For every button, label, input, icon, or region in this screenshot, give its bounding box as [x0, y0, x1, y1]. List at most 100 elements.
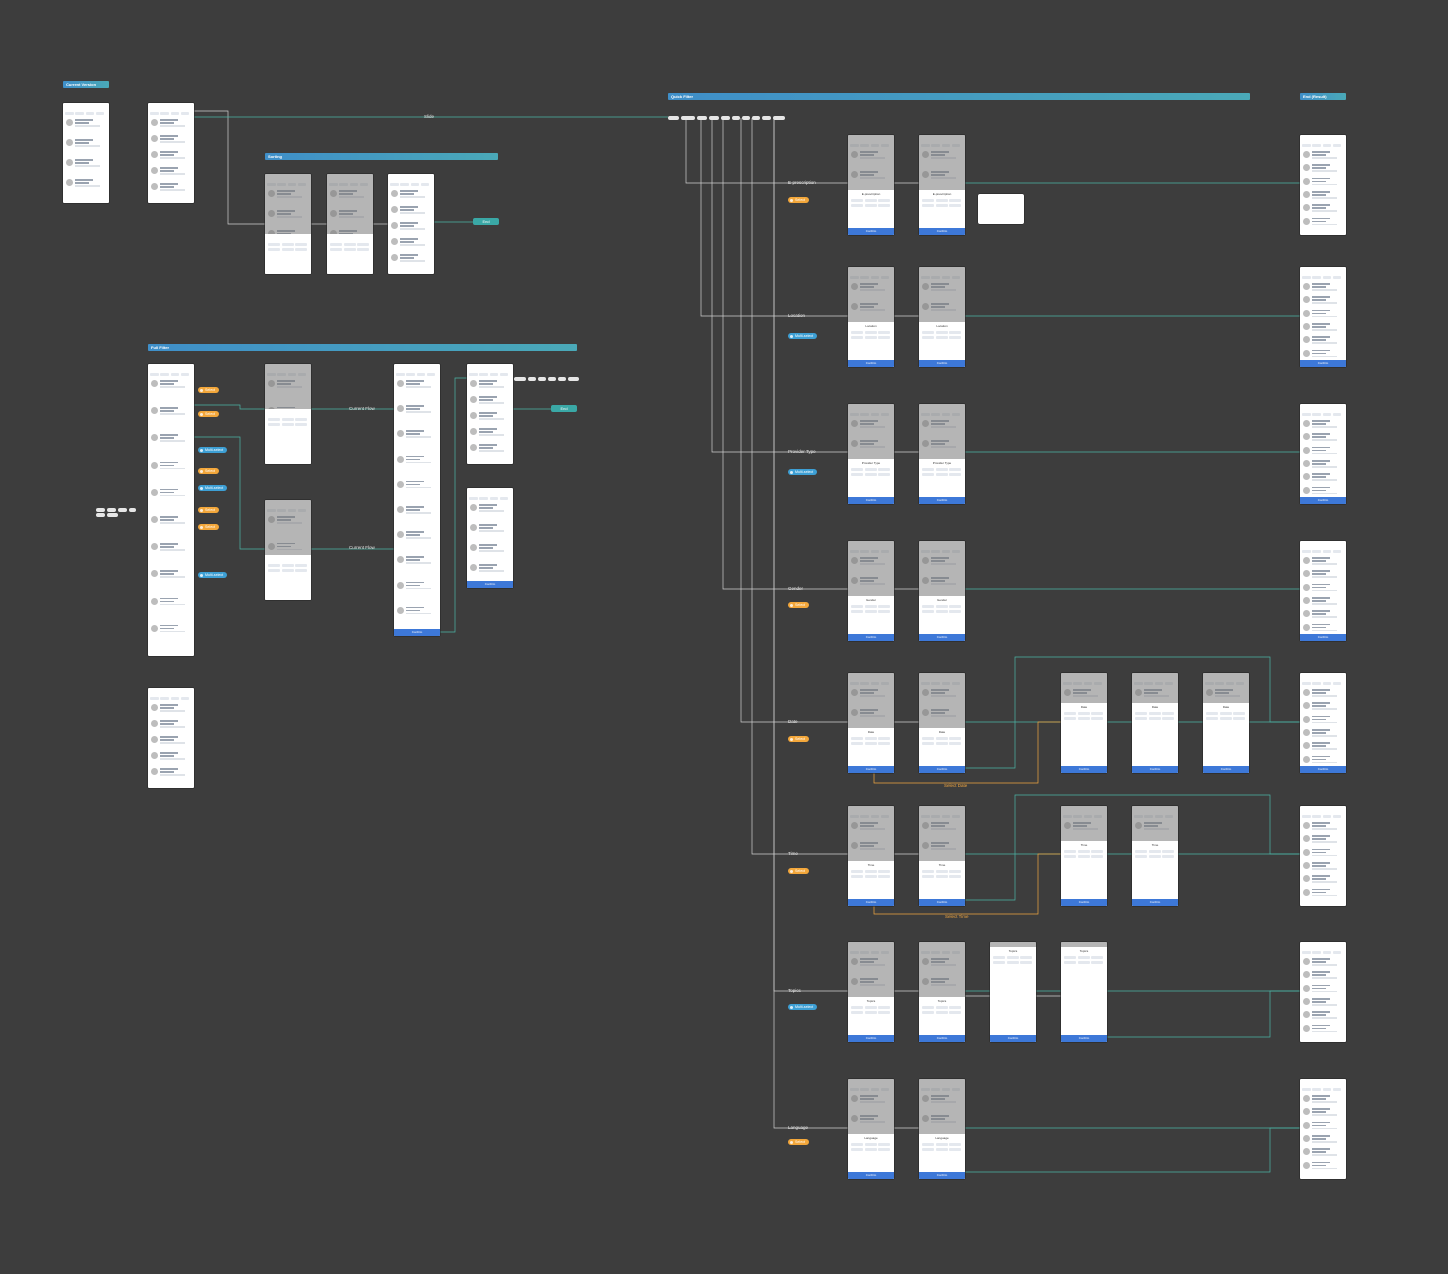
text-line	[1311, 164, 1331, 166]
confirm-button[interactable]: Confirm	[1203, 766, 1249, 773]
avatar	[1302, 323, 1310, 330]
text-line	[159, 437, 174, 439]
confirm-button[interactable]: Confirm	[1132, 899, 1178, 906]
confirm-button[interactable]: Confirm	[1300, 634, 1346, 641]
text-line	[74, 142, 89, 144]
time-picker-screen: Time Confirm	[1061, 806, 1107, 906]
option-chip	[850, 610, 863, 613]
text-line	[1311, 828, 1338, 830]
filter-chip	[1322, 144, 1331, 147]
confirm-button[interactable]: Confirm	[1061, 1035, 1107, 1042]
text-line	[1311, 1014, 1326, 1016]
bottom-sheet: Time	[1061, 841, 1107, 906]
avatar	[150, 736, 158, 743]
confirm-button[interactable]: Confirm	[848, 1035, 894, 1042]
confirm-button[interactable]: Confirm	[919, 228, 965, 235]
text-line	[399, 257, 414, 259]
text-line	[1311, 329, 1338, 331]
confirm-button[interactable]: Confirm	[848, 360, 894, 367]
overlay-dim	[1061, 673, 1107, 703]
text-line	[159, 154, 174, 156]
confirm-button[interactable]: Confirm	[848, 1172, 894, 1179]
text-line	[1311, 715, 1331, 718]
option-chip	[949, 204, 962, 207]
connector	[965, 1127, 1300, 1173]
confirm-button[interactable]: Confirm	[1061, 766, 1107, 773]
confirm-button[interactable]: Confirm	[919, 1035, 965, 1042]
text-line	[478, 544, 498, 546]
text-line	[1311, 881, 1338, 883]
option-chip	[295, 564, 308, 567]
text-line	[1311, 342, 1338, 344]
option-chip	[864, 1006, 877, 1009]
sorting-result-screen	[388, 174, 434, 274]
confirm-button[interactable]: Confirm	[1300, 360, 1346, 367]
quick-filter-result-screen: Confirm	[1300, 541, 1346, 641]
text-line	[1311, 283, 1331, 285]
option-chip	[1148, 850, 1161, 853]
confirm-button[interactable]: Confirm	[919, 360, 965, 367]
filter-chip	[499, 497, 508, 500]
text-line	[159, 516, 179, 518]
text-line	[1311, 210, 1338, 212]
confirm-button[interactable]: Confirm	[919, 766, 965, 773]
option-chip	[850, 1143, 863, 1146]
option-chip	[850, 468, 863, 471]
option-chip	[921, 468, 934, 471]
confirm-button[interactable]: Confirm	[919, 634, 965, 641]
text-line	[405, 537, 432, 539]
text-line	[1311, 888, 1331, 891]
text-line	[159, 383, 174, 385]
text-line	[1311, 180, 1326, 183]
confirm-button[interactable]: Confirm	[467, 581, 513, 588]
option-chip	[864, 473, 877, 476]
confirm-button[interactable]: Confirm	[848, 634, 894, 641]
option-chip	[921, 336, 934, 339]
option-chip	[850, 336, 863, 339]
confirm-button[interactable]: Confirm	[919, 497, 965, 504]
confirm-button[interactable]: Confirm	[1300, 766, 1346, 773]
text-line	[1311, 1114, 1338, 1116]
option-chip	[878, 610, 891, 613]
time-picker-screen: Time Confirm	[1132, 806, 1178, 906]
quick-filter-row-label: Time	[788, 851, 798, 856]
filter-chip	[479, 497, 488, 500]
confirm-button[interactable]: Confirm	[1132, 766, 1178, 773]
full-filter-chip-row	[96, 508, 136, 512]
text-line	[1311, 761, 1338, 764]
connector-quick-filter	[722, 118, 848, 590]
confirm-button[interactable]: Confirm	[394, 629, 440, 636]
filter-chip	[1302, 276, 1311, 279]
overlay-dim	[848, 267, 894, 322]
text-line	[159, 736, 179, 738]
overlay-dim	[848, 942, 894, 997]
confirm-button[interactable]: Confirm	[919, 1172, 965, 1179]
confirm-button[interactable]: Confirm	[848, 899, 894, 906]
confirm-button-label: Confirm	[1149, 900, 1161, 904]
confirm-button[interactable]: Confirm	[1300, 497, 1346, 504]
text-line	[478, 396, 498, 398]
quick-filter-row-label: Provider Type	[788, 449, 816, 454]
option-chip	[935, 605, 948, 608]
confirm-button[interactable]: Confirm	[848, 497, 894, 504]
confirm-button[interactable]: Confirm	[919, 899, 965, 906]
confirm-button[interactable]: Confirm	[1061, 899, 1107, 906]
avatar	[1302, 446, 1310, 454]
avatar	[1302, 217, 1310, 225]
text-line	[399, 238, 419, 240]
quick-filter-row-badge: Select	[788, 602, 809, 608]
text-line	[159, 434, 179, 436]
confirm-button[interactable]: Confirm	[990, 1035, 1036, 1042]
text-line	[1311, 489, 1326, 492]
quick-filter-sheet-screen: Provider Type Confirm	[848, 404, 894, 504]
date-picker-screen	[265, 364, 311, 464]
overlay-dim	[1132, 806, 1178, 841]
bottom-sheet: Date	[1132, 703, 1178, 773]
text-line	[159, 519, 174, 521]
full-filter-badge: Select	[198, 524, 219, 530]
option-chip	[921, 1011, 934, 1014]
confirm-button[interactable]: Confirm	[848, 766, 894, 773]
option-chip	[1091, 961, 1104, 964]
option-chip	[878, 1006, 891, 1009]
confirm-button[interactable]: Confirm	[848, 228, 894, 235]
